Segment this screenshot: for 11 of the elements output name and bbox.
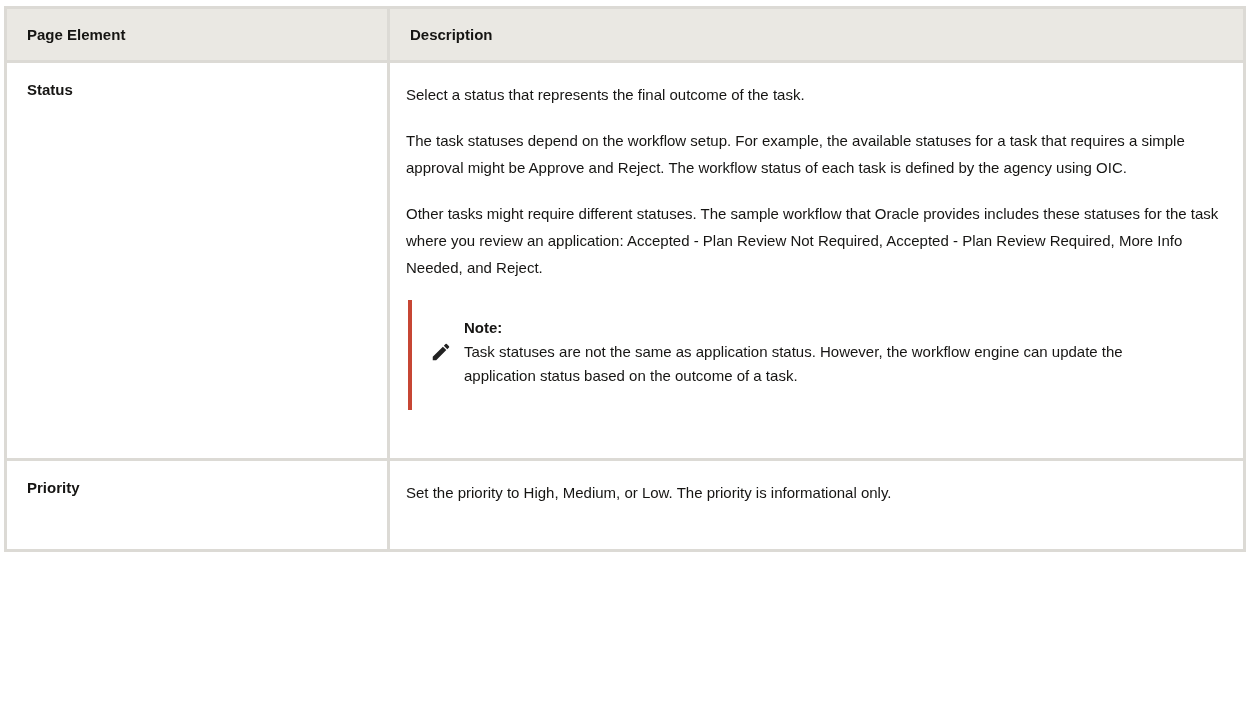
pencil-icon	[430, 341, 452, 363]
element-name: Status	[27, 81, 73, 98]
note-text: Task statuses are not the same as application status. However, the workflow engine can update the application status based on the outcome of a task.	[464, 342, 1124, 386]
column-header: Description	[388, 7, 1245, 62]
description-paragraph: Set the priority to High, Medium, or Low. The priority is informational only.	[406, 483, 893, 503]
description-paragraph: Select a status that represents the final outcome of the task.	[406, 85, 806, 105]
description-paragraph: Other tasks might require different statuses. The sample workflow that Oracle provides includes these statuses for the task where you review an application: Accepted - Plan Review Not Required, Accepted - Plan Review Required, More Info Needed, and Reject.	[406, 204, 1220, 278]
note-title: Note:	[464, 318, 504, 338]
column-header: Page Element	[5, 7, 389, 62]
description-paragraph: The task statuses depend on the workflow setup. For example, the available statuses for a task that requires a simple approval might be Approve and Reject. The workflow status of each task is defined by the agency using OIC.	[406, 131, 1186, 178]
element-name: Priority	[27, 479, 80, 496]
